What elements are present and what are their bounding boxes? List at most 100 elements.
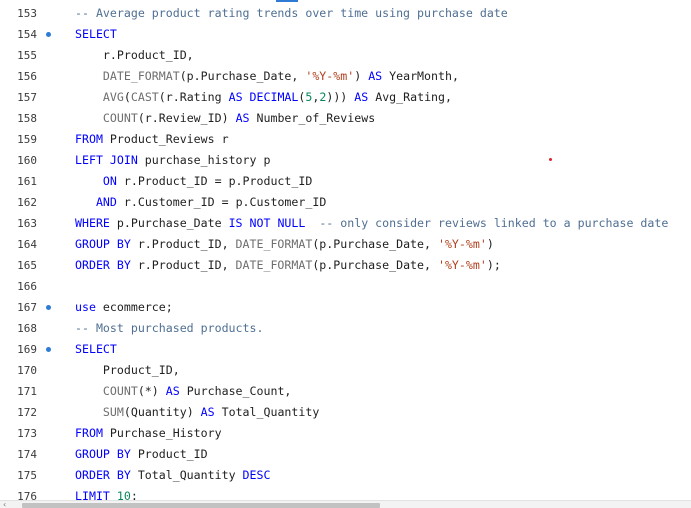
code-token: -- Average product rating trends over ti…: [75, 6, 508, 20]
horizontal-scrollbar[interactable]: ‹: [0, 500, 691, 508]
statement-dot-icon[interactable]: [46, 32, 51, 37]
code-text[interactable]: AVG(CAST(r.Rating AS DECIMAL(5,2))) AS A…: [75, 87, 452, 108]
code-text[interactable]: GROUP BY r.Product_ID, DATE_FORMAT(p.Pur…: [75, 234, 494, 255]
code-line[interactable]: 154 SELECT: [0, 24, 691, 45]
code-token: '%Y-%m': [305, 69, 355, 83]
code-text[interactable]: ORDER BY Total_Quantity DESC: [75, 465, 270, 486]
code-line[interactable]: 167 use ecommerce;: [0, 297, 691, 318]
code-token: GROUP BY: [75, 237, 131, 251]
code-text[interactable]: ORDER BY r.Product_ID, DATE_FORMAT(p.Pur…: [75, 255, 501, 276]
code-line[interactable]: 173 FROM Purchase_History: [0, 423, 691, 444]
code-text[interactable]: -- Average product rating trends over ti…: [75, 3, 508, 24]
code-token: r.Product_ID,: [75, 48, 194, 62]
line-number: 155: [17, 49, 37, 62]
line-number: 169: [17, 343, 37, 356]
code-text[interactable]: use ecommerce;: [75, 297, 173, 318]
code-token: (p.Purchase_Date,: [312, 237, 438, 251]
code-text[interactable]: COUNT(r.Review_ID) AS Number_of_Reviews: [75, 108, 375, 129]
code-token: Avg_Rating,: [368, 90, 452, 104]
code-token: ): [354, 69, 369, 83]
code-line[interactable]: 168 -- Most purchased products.: [0, 318, 691, 339]
code-line[interactable]: 160 LEFT JOIN purchase_history p: [0, 150, 691, 171]
code-text[interactable]: Product_ID,: [75, 360, 180, 381]
code-text[interactable]: -- Most purchased products.: [75, 318, 263, 339]
line-number: 164: [17, 238, 37, 251]
code-token: (p.Purchase_Date,: [312, 258, 438, 272]
code-token: Purchase_History: [102, 426, 222, 440]
code-editor[interactable]: 153 -- Average product rating trends over…: [0, 0, 691, 508]
code-text[interactable]: SUM(Quantity) AS Total_Quantity: [75, 402, 319, 423]
code-text[interactable]: ON r.Product_ID = p.Product_ID: [75, 171, 312, 192]
code-line[interactable]: 165 ORDER BY r.Product_ID, DATE_FORMAT(p.…: [0, 255, 691, 276]
code-text[interactable]: SELECT: [75, 24, 117, 45]
code-token: -- Most purchased products.: [75, 321, 264, 335]
code-token: DATE_FORMAT: [102, 69, 180, 83]
code-line[interactable]: 157 AVG(CAST(r.Rating AS DECIMAL(5,2))) …: [0, 87, 691, 108]
code-line[interactable]: 153 -- Average product rating trends over…: [0, 3, 691, 24]
line-number: 167: [17, 301, 37, 314]
code-token: GROUP BY: [75, 447, 131, 461]
code-token: r.Product_ID,: [130, 258, 236, 272]
code-token: AS: [235, 111, 250, 125]
line-number: 171: [17, 385, 37, 398]
code-line[interactable]: 172 SUM(Quantity) AS Total_Quantity: [0, 402, 691, 423]
code-line[interactable]: 175 ORDER BY Total_Quantity DESC: [0, 465, 691, 486]
code-text[interactable]: AND r.Customer_ID = p.Customer_ID: [75, 192, 326, 213]
code-line[interactable]: 164 GROUP BY r.Product_ID, DATE_FORMAT(p.…: [0, 234, 691, 255]
code-token: (p.Purchase_Date,: [179, 69, 306, 83]
chevron-left-icon[interactable]: ‹: [3, 501, 13, 508]
code-line[interactable]: 166: [0, 276, 691, 297]
line-number: 163: [17, 217, 37, 230]
line-number: 158: [17, 112, 37, 125]
code-token: COUNT: [102, 111, 138, 125]
code-token: '%Y-%m': [437, 237, 487, 251]
scrollbar-thumb[interactable]: [22, 503, 380, 508]
code-line[interactable]: 174 GROUP BY Product_ID: [0, 444, 691, 465]
line-number: 159: [17, 133, 37, 146]
code-token: (Quantity): [123, 405, 201, 419]
code-line[interactable]: 162 AND r.Customer_ID = p.Customer_ID: [0, 192, 691, 213]
code-line[interactable]: 158 COUNT(r.Review_ID) AS Number_of_Revi…: [0, 108, 691, 129]
code-token: (r.Review_ID): [137, 111, 236, 125]
line-number: 157: [17, 91, 37, 104]
line-number: 156: [17, 70, 37, 83]
code-line[interactable]: 163 WHERE p.Purchase_Date IS NOT NULL -- …: [0, 213, 691, 234]
code-line[interactable]: 161 ON r.Product_ID = p.Product_ID: [0, 171, 691, 192]
code-line[interactable]: 155 r.Product_ID,: [0, 45, 691, 66]
code-token: SELECT: [75, 342, 117, 356]
code-text[interactable]: SELECT: [75, 339, 117, 360]
code-token: '%Y-%m': [437, 258, 487, 272]
statement-dot-icon[interactable]: [46, 305, 51, 310]
code-token: (*): [137, 384, 166, 398]
code-token: SELECT: [75, 27, 117, 41]
code-text[interactable]: WHERE p.Purchase_Date IS NOT NULL -- onl…: [75, 213, 668, 234]
code-text[interactable]: r.Product_ID,: [75, 45, 194, 66]
code-text[interactable]: COUNT(*) AS Purchase_Count,: [75, 381, 291, 402]
statement-dot-icon[interactable]: [46, 347, 51, 352]
code-line[interactable]: 171 COUNT(*) AS Purchase_Count,: [0, 381, 691, 402]
code-token: Product_ID: [130, 447, 208, 461]
code-text[interactable]: DATE_FORMAT(p.Purchase_Date, '%Y-%m') AS…: [75, 66, 459, 87]
code-line[interactable]: 156 DATE_FORMAT(p.Purchase_Date, '%Y-%m'…: [0, 66, 691, 87]
code-line[interactable]: 170 Product_ID,: [0, 360, 691, 381]
code-text[interactable]: GROUP BY Product_ID: [75, 444, 208, 465]
line-number: 173: [17, 427, 37, 440]
code-line[interactable]: 159 FROM Product_Reviews r: [0, 129, 691, 150]
code-text[interactable]: LEFT JOIN purchase_history p: [75, 150, 270, 171]
code-text[interactable]: FROM Purchase_History: [75, 423, 222, 444]
code-token: LEFT JOIN: [75, 153, 138, 167]
code-text[interactable]: FROM Product_Reviews r: [75, 129, 229, 150]
code-line[interactable]: 169 SELECT: [0, 339, 691, 360]
scroll-position-marker: [276, 0, 298, 2]
code-token: AVG: [102, 90, 124, 104]
code-token: DATE_FORMAT: [235, 258, 313, 272]
code-token: AS DECIMAL: [228, 90, 299, 104]
code-token: Purchase_Count,: [179, 384, 292, 398]
code-token: AS: [368, 69, 383, 83]
